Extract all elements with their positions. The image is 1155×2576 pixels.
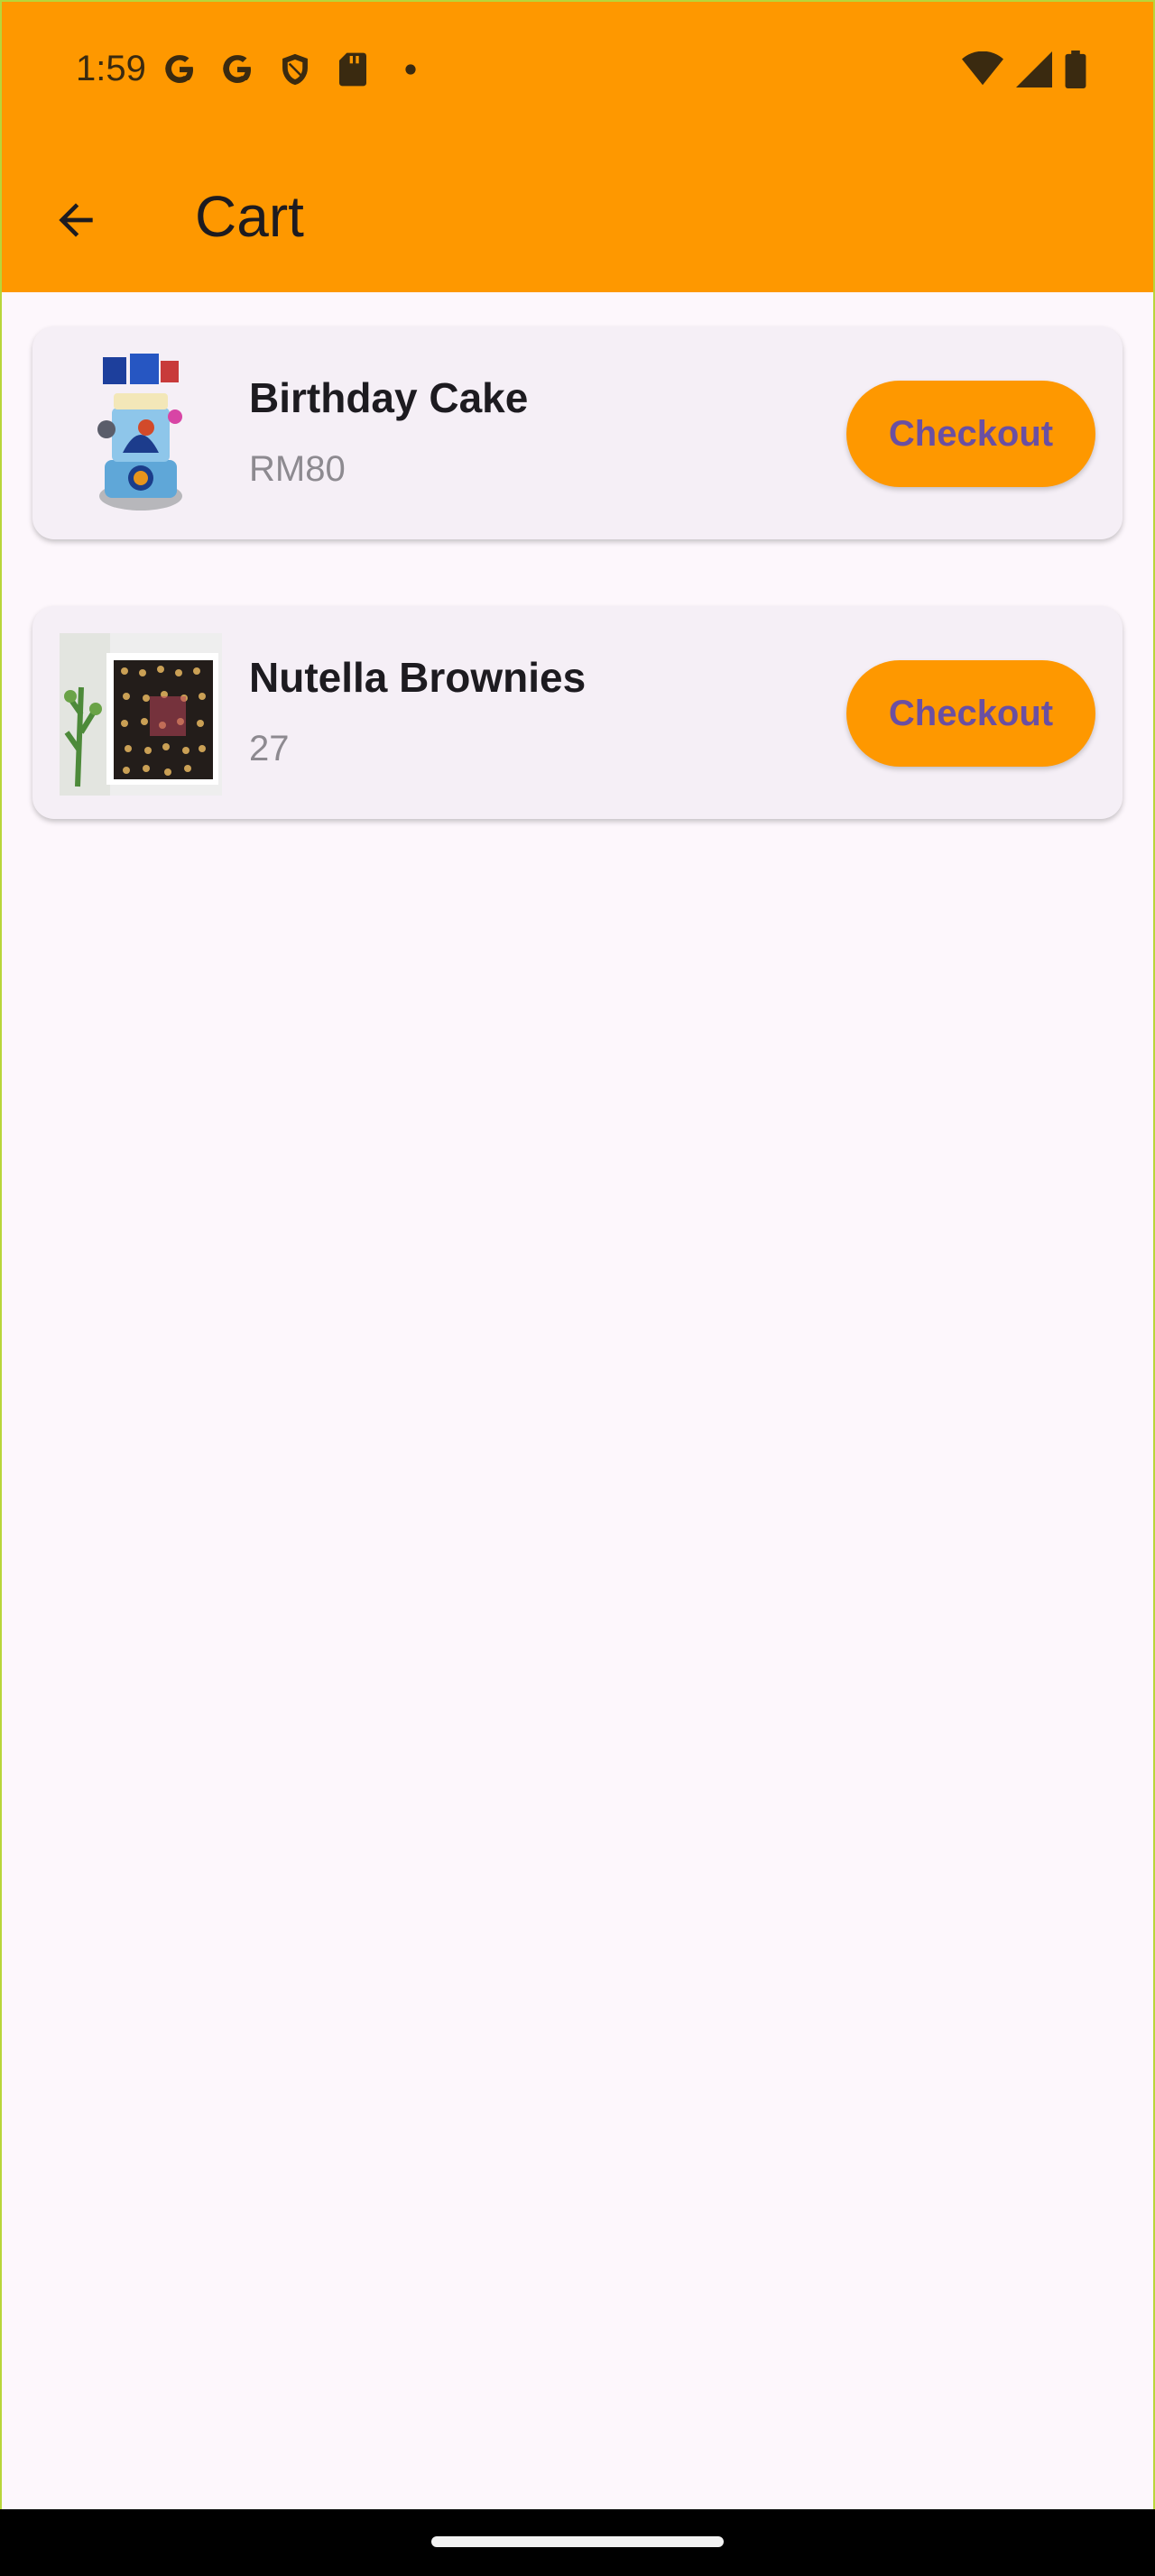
google-g-icon — [218, 51, 256, 88]
dot-icon — [392, 51, 430, 88]
checkout-button[interactable]: Checkout — [846, 381, 1095, 487]
checkout-button[interactable]: Checkout — [846, 660, 1095, 767]
sd-card-icon — [334, 51, 372, 88]
item-price: RM80 — [249, 449, 346, 489]
signal-icon — [1016, 51, 1052, 92]
brownies-image — [60, 633, 222, 796]
wifi-icon — [962, 51, 1003, 92]
shield-icon — [276, 51, 314, 88]
status-left-icons — [161, 51, 430, 88]
status-time: 1:59 — [76, 49, 146, 88]
home-gesture-handle[interactable] — [431, 2536, 724, 2547]
app-bar: 1:59 Cart — [0, 0, 1155, 292]
system-nav-bar — [0, 2509, 1155, 2576]
status-bar: 1:59 — [0, 0, 1155, 140]
item-name: Nutella Brownies — [249, 654, 587, 701]
cart-item-card: Birthday Cake RM80 Checkout — [32, 327, 1123, 539]
arrow-back-icon — [59, 203, 93, 237]
back-button[interactable] — [36, 180, 116, 260]
page-title: Cart — [195, 184, 304, 249]
cart-item-card: Nutella Brownies 27 Checkout — [32, 606, 1123, 819]
google-g-icon — [161, 51, 199, 88]
status-right-icons — [962, 51, 1086, 93]
item-name: Birthday Cake — [249, 374, 529, 421]
battery-icon — [1065, 51, 1086, 93]
item-price: 27 — [249, 729, 290, 768]
birthday-cake-image — [60, 354, 222, 516]
